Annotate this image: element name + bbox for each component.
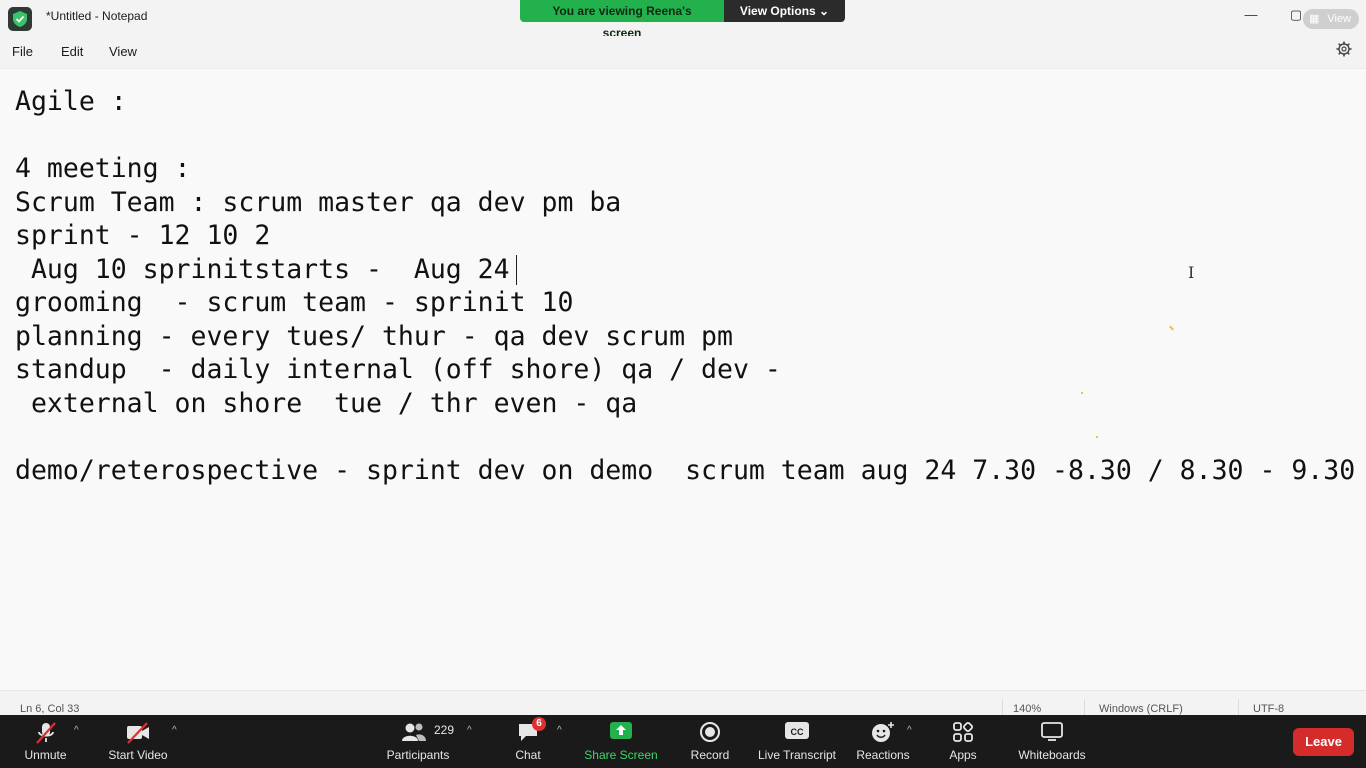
text-caret <box>516 255 517 285</box>
whiteboards-button[interactable]: Whiteboards <box>1014 715 1090 768</box>
share-screen-label: Share Screen <box>584 748 658 762</box>
editor-line: grooming - scrum team - sprinit 10 <box>15 287 574 318</box>
live-transcript-button[interactable]: CC Live Transcript <box>757 715 837 768</box>
text-editor[interactable]: Agile : 4 meeting : Scrum Team : scrum m… <box>0 68 1366 691</box>
editor-line: 4 meeting : <box>15 153 191 184</box>
editor-line: planning - every tues/ thur - qa dev scr… <box>15 321 733 352</box>
whiteboards-label: Whiteboards <box>1018 748 1086 762</box>
unmute-button[interactable]: Unmute <box>18 715 73 768</box>
annotation-mark <box>1169 325 1174 331</box>
settings-gear-icon[interactable] <box>1336 41 1352 62</box>
grid-icon: ▦ <box>1309 13 1320 25</box>
start-video-button[interactable]: Start Video <box>106 715 170 768</box>
unmute-label: Unmute <box>24 748 67 762</box>
record-label: Record <box>690 748 730 762</box>
video-off-icon <box>125 721 151 748</box>
status-bar: Ln 6, Col 33 140% Windows (CRLF) UTF-8 <box>0 690 1366 716</box>
reactions-button[interactable]: Reactions <box>854 715 912 768</box>
status-divider <box>1238 699 1239 715</box>
editor-line: sprint - 12 10 2 <box>15 220 271 251</box>
menu-edit[interactable]: Edit <box>61 44 83 59</box>
audio-options-chevron-icon[interactable]: ^ <box>74 725 79 736</box>
encoding: UTF-8 <box>1253 703 1285 715</box>
cursor-position: Ln 6, Col 33 <box>20 703 80 715</box>
whiteboard-icon <box>1040 721 1064 746</box>
video-options-chevron-icon[interactable]: ^ <box>172 725 177 736</box>
chat-button[interactable]: 6 Chat <box>508 715 548 768</box>
share-screen-icon <box>609 721 633 744</box>
record-icon <box>699 721 721 746</box>
annotation-mark <box>1096 436 1098 438</box>
view-pill-button[interactable]: ▦ View <box>1303 9 1359 29</box>
svg-text:CC: CC <box>791 727 804 737</box>
live-transcript-label: Live Transcript <box>757 748 837 762</box>
view-options-button[interactable]: View Options ⌄ <box>724 0 845 22</box>
microphone-muted-icon <box>34 721 58 748</box>
notepad-app-icon <box>8 7 32 31</box>
apps-button[interactable]: Apps <box>943 715 983 768</box>
editor-line: external on shore tue / thr even - qa <box>15 388 638 419</box>
window-title: *Untitled - Notepad <box>46 9 148 23</box>
apps-label: Apps <box>949 748 977 762</box>
share-screen-button[interactable]: Share Screen <box>584 715 658 768</box>
participants-options-chevron-icon[interactable]: ^ <box>467 725 472 736</box>
participants-label: Participants <box>386 748 450 762</box>
editor-line: demo/reterospective - sprint dev on demo… <box>15 455 1356 486</box>
viewing-screen-label: You are viewing Reena's screen <box>520 0 724 40</box>
screen-share-banner: You are viewing Reena's screen View Opti… <box>520 0 845 40</box>
ibeam-cursor-icon: I <box>1188 263 1195 282</box>
editor-line: Aug 10 sprinitstarts - Aug 24 <box>15 254 526 285</box>
status-divider <box>1084 699 1085 715</box>
menu-file[interactable]: File <box>12 44 33 59</box>
meeting-toolbar: Unmute ^ Start Video ^ 229 Participants … <box>0 715 1366 768</box>
line-ending: Windows (CRLF) <box>1099 703 1183 715</box>
reactions-label: Reactions <box>856 748 910 762</box>
annotation-mark <box>1081 392 1083 394</box>
editor-line: standup - daily internal (off shore) qa … <box>15 354 781 385</box>
smiley-plus-icon <box>870 721 896 746</box>
closed-captions-icon: CC <box>784 721 810 744</box>
record-button[interactable]: Record <box>688 715 732 768</box>
reactions-options-chevron-icon[interactable]: ^ <box>907 725 912 736</box>
menu-view[interactable]: View <box>109 44 137 59</box>
zoom-level: 140% <box>1013 703 1042 715</box>
menu-bar: File Edit View <box>0 36 1366 68</box>
editor-line: Agile : <box>15 86 127 117</box>
chat-options-chevron-icon[interactable]: ^ <box>557 725 562 736</box>
chat-unread-badge: 6 <box>532 717 546 731</box>
leave-button[interactable]: Leave <box>1293 728 1354 756</box>
editor-line: Scrum Team : scrum master qa dev pm ba <box>15 187 622 218</box>
apps-grid-icon <box>952 721 974 746</box>
participants-button[interactable]: 229 Participants <box>384 715 455 768</box>
participant-count: 229 <box>434 723 455 737</box>
view-pill-label: View <box>1327 13 1351 25</box>
minimize-button[interactable]: — <box>1231 4 1271 26</box>
start-video-label: Start Video <box>108 748 168 762</box>
participants-icon <box>401 721 427 746</box>
chat-label: Chat <box>515 748 541 762</box>
status-divider <box>1002 699 1003 715</box>
